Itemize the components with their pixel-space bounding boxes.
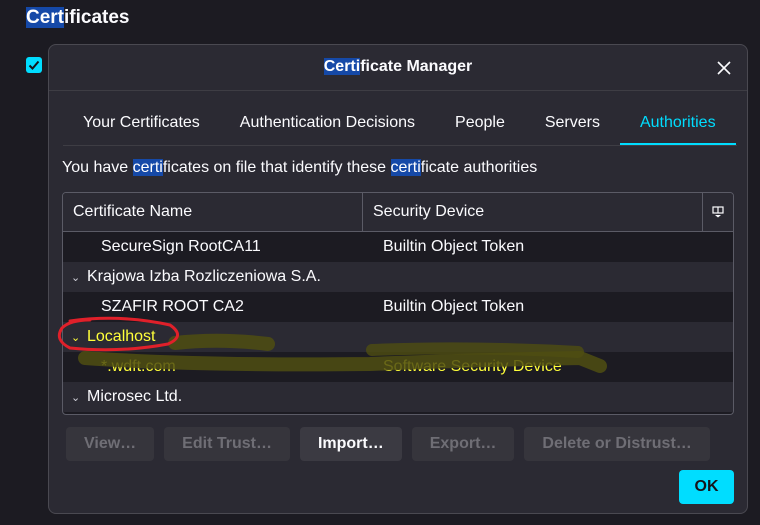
tree-group-row[interactable]: ⌄ Microsec Ltd. — [63, 382, 733, 412]
column-header-certificate-name[interactable]: Certificate Name — [63, 193, 363, 231]
certificate-tree[interactable]: Certificate Name Security Device SecureS… — [62, 192, 734, 415]
export-button[interactable]: Export… — [411, 427, 515, 461]
background-checkbox[interactable] — [26, 57, 42, 73]
security-device: Builtin Object Token — [383, 298, 525, 315]
page-title: Certificates — [26, 7, 130, 28]
checkmark-icon — [28, 60, 40, 70]
cert-name: SZAFIR ROOT CA2 — [101, 298, 244, 315]
security-device: Software Security Device — [383, 358, 562, 375]
close-icon — [717, 61, 731, 75]
close-button[interactable] — [711, 55, 737, 81]
delete-or-distrust-button[interactable]: Delete or Distrust… — [524, 427, 710, 461]
view-button[interactable]: View… — [66, 427, 155, 461]
column-picker-icon — [712, 206, 724, 218]
group-name: Localhost — [87, 328, 156, 345]
group-name: Krajowa Izba Rozliczeniowa S.A. — [87, 268, 321, 285]
group-cell: ⌄ Krajowa Izba Rozliczeniowa S.A. — [63, 268, 383, 286]
tree-group-row[interactable]: ⌄ Krajowa Izba Rozliczeniowa S.A. — [63, 262, 733, 292]
group-cell: ⌄ Microsec Ltd. — [63, 388, 383, 406]
tabs-divider — [63, 145, 737, 146]
chevron-down-icon[interactable]: ⌄ — [71, 331, 87, 344]
ok-button[interactable]: OK — [679, 470, 734, 504]
group-name: Microsec Ltd. — [87, 388, 183, 405]
tab-bar: Your Certificates Authentication Decisio… — [63, 101, 736, 145]
tab-authentication-decisions[interactable]: Authentication Decisions — [220, 101, 435, 145]
titlebar-divider — [49, 90, 747, 91]
cert-name: SecureSign RootCA11 — [101, 238, 261, 255]
import-button[interactable]: Import… — [299, 427, 402, 461]
cert-name: *.wdft.com — [101, 358, 176, 375]
tab-people[interactable]: People — [435, 101, 525, 145]
chevron-down-icon[interactable]: ⌄ — [71, 391, 87, 404]
security-device: Builtin Object Token — [383, 238, 525, 255]
certificate-manager-dialog: Certificate Manager Your Certificates Au… — [48, 44, 748, 514]
tab-servers[interactable]: Servers — [525, 101, 620, 145]
tree-group-row[interactable]: ⌄ Localhost — [63, 322, 733, 352]
tree-row[interactable]: SecureSign RootCA11 Builtin Object Token — [63, 232, 733, 262]
group-cell: ⌄ Localhost — [63, 328, 383, 346]
edit-trust-button[interactable]: Edit Trust… — [164, 427, 290, 461]
column-header-security-device[interactable]: Security Device — [363, 193, 703, 231]
tab-authorities[interactable]: Authorities — [619, 101, 736, 145]
button-row: View… Edit Trust… Import… Export… Delete… — [66, 427, 710, 461]
tree-header: Certificate Name Security Device — [63, 193, 733, 232]
dialog-title: Certificate Manager — [323, 58, 473, 75]
tree-row[interactable]: *.wdft.com Software Security Device — [63, 352, 733, 382]
column-picker-button[interactable] — [703, 193, 733, 231]
authorities-description: You have certificates on file that ident… — [62, 159, 538, 176]
chevron-down-icon[interactable]: ⌄ — [71, 271, 87, 284]
tab-your-certificates[interactable]: Your Certificates — [63, 101, 220, 145]
tree-row[interactable]: SZAFIR ROOT CA2 Builtin Object Token — [63, 292, 733, 322]
